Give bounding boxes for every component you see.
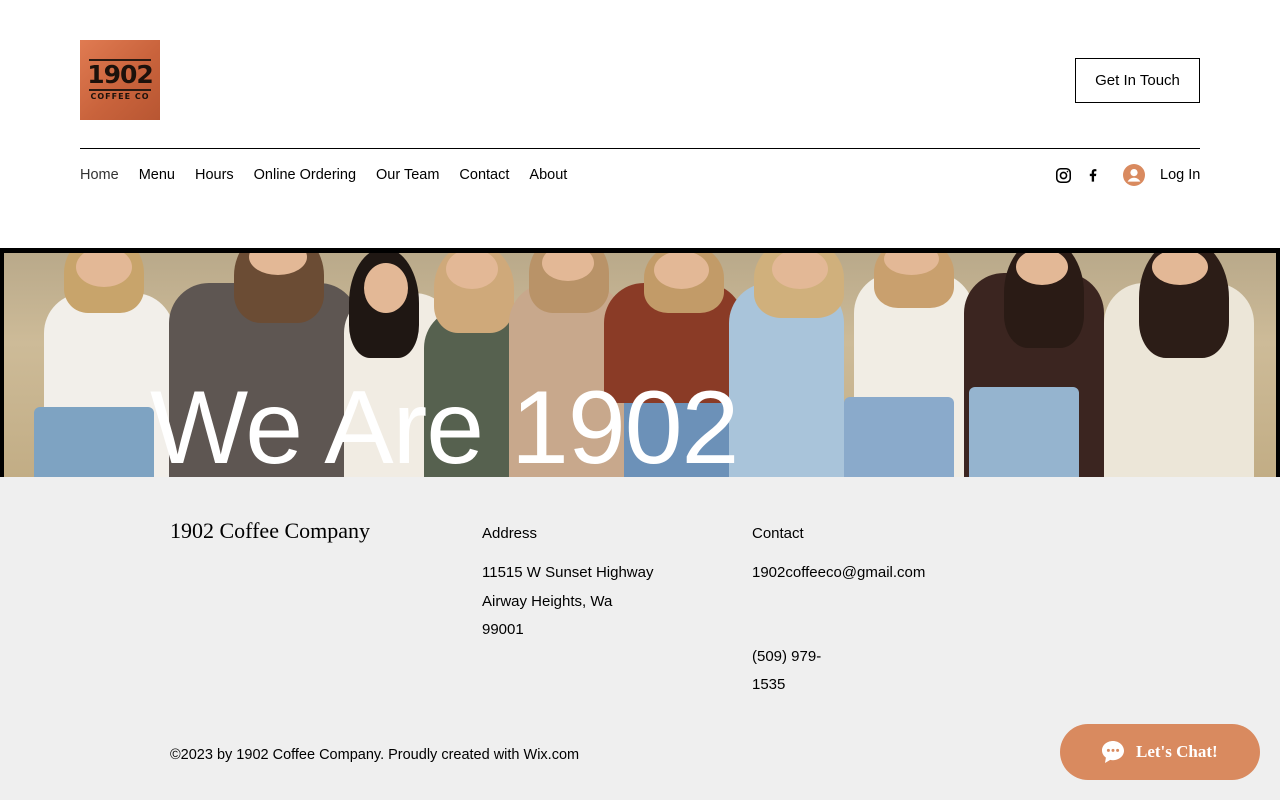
logo-main-text: 1902: [87, 60, 154, 89]
nav-item-home[interactable]: Home: [80, 163, 119, 187]
logo-sub-text: COFFEE CO: [90, 92, 150, 101]
nav-item-our-team[interactable]: Our Team: [376, 163, 439, 187]
nav-item-about[interactable]: About: [529, 163, 567, 187]
footer-copyright: ©2023 by 1902 Coffee Company. Proudly cr…: [170, 747, 580, 763]
lets-chat-button[interactable]: Let's Chat!: [1060, 724, 1260, 780]
logo-rule-bottom: [89, 89, 151, 91]
contact-phone-line-1: (509) 979-: [752, 648, 822, 665]
footer-company-name: 1902 Coffee Company: [170, 518, 371, 543]
instagram-icon[interactable]: [1054, 166, 1072, 184]
hero-title: We Are 1902: [150, 370, 739, 486]
lets-chat-label: Let's Chat!: [1136, 742, 1218, 761]
nav-item-online-ordering[interactable]: Online Ordering: [254, 163, 356, 187]
nav-item-hours[interactable]: Hours: [195, 163, 234, 187]
nav-item-menu[interactable]: Menu: [139, 163, 175, 187]
contact-email-link[interactable]: 1902coffeeco@gmail.com: [752, 559, 925, 588]
address-line-3: 99001: [482, 621, 524, 638]
header-divider: [80, 148, 1200, 149]
site-header: 1902 COFFEE CO Get In Touch Home Menu Ho…: [0, 0, 1280, 248]
login-link[interactable]: Log In: [1160, 164, 1200, 186]
address-line-1: 11515 W Sunset Highway: [482, 564, 654, 581]
address-heading: Address: [482, 525, 538, 542]
user-avatar-icon[interactable]: [1123, 164, 1145, 186]
site-logo[interactable]: 1902 COFFEE CO: [80, 40, 160, 120]
facebook-icon[interactable]: [1084, 166, 1102, 184]
contact-heading: Contact: [752, 525, 804, 542]
main-nav: Home Menu Hours Online Ordering Our Team…: [80, 163, 587, 187]
contact-phone-line-2: 1535: [752, 676, 786, 693]
address-line-2: Airway Heights, Wa: [482, 593, 613, 610]
chat-bubble-icon: [1102, 741, 1124, 763]
get-in-touch-button[interactable]: Get In Touch: [1075, 58, 1200, 103]
nav-item-contact[interactable]: Contact: [459, 163, 509, 187]
